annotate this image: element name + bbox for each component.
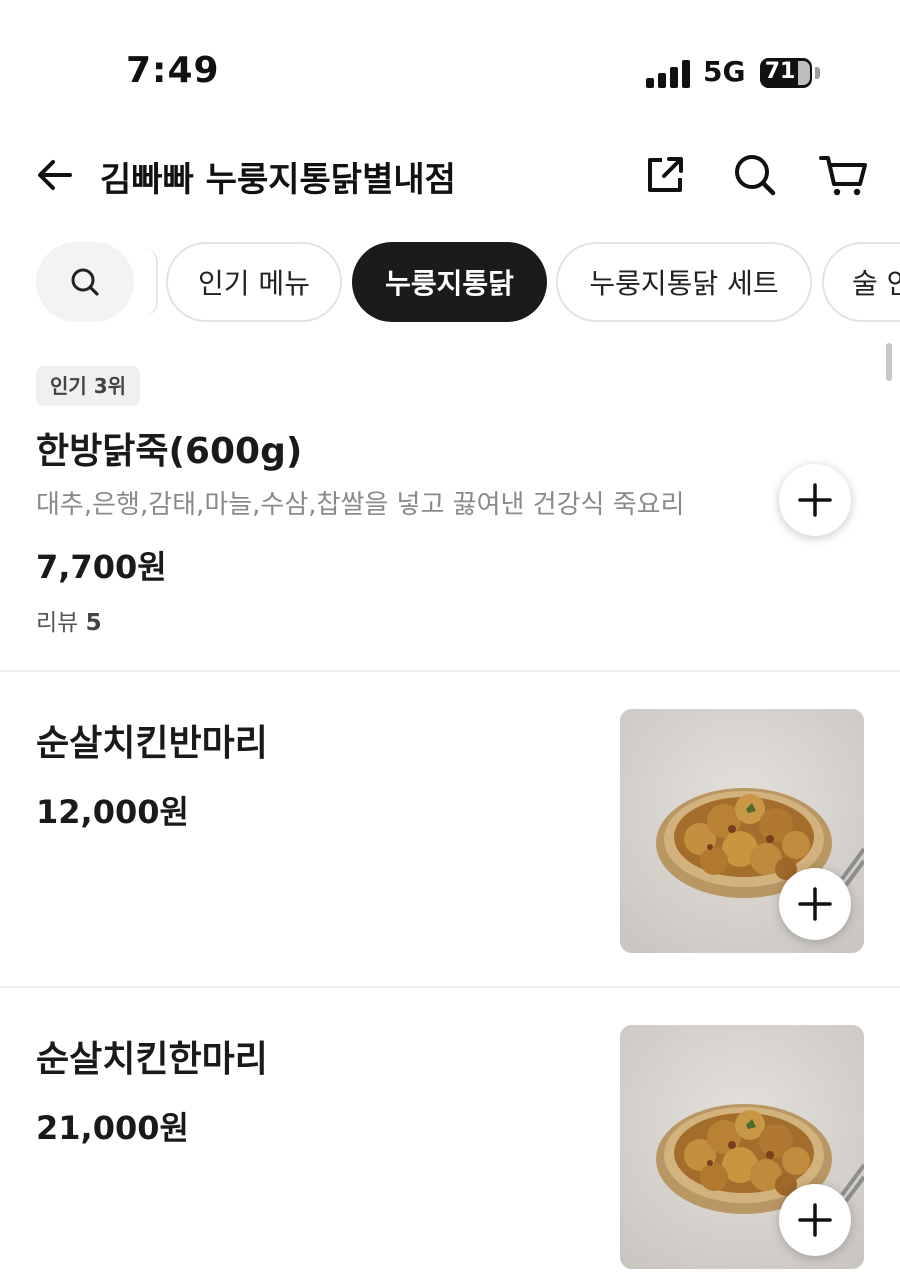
popularity-badge: 인기 3위 [36, 366, 141, 406]
status-time: 7:49 [126, 50, 220, 91]
review-label: 리뷰 [36, 610, 79, 636]
item-name: 순살치킨한마리 [36, 1039, 268, 1080]
review-count: 5 [85, 610, 102, 636]
network-type: 5G [703, 55, 746, 88]
status-bar: 7:49 5G 71 [0, 0, 900, 130]
battery-icon: 71 [760, 58, 812, 88]
category-tabs: 인기 메뉴 누룽지통닭 누룽지통닭 세트 술 안 [0, 240, 900, 324]
menu-search-button[interactable] [36, 242, 134, 322]
battery-nub [815, 67, 820, 79]
menu-item[interactable]: 순살치킨한마리 21,000원 [0, 988, 900, 1278]
chip-divider [144, 248, 158, 316]
plus-icon [798, 887, 832, 921]
item-name: 한방닭죽(600g) [36, 431, 303, 472]
add-to-cart-button[interactable] [779, 464, 851, 536]
back-button[interactable] [30, 150, 80, 200]
item-review-count: 리뷰 5 [36, 603, 102, 637]
menu-item[interactable]: 인기 3위 한방닭죽(600g) 대추,은행,감태,마늘,수삼,찹쌀을 넣고 끓… [0, 366, 900, 666]
tab-nurungji-chicken[interactable]: 누룽지통닭 [352, 242, 547, 322]
share-icon [648, 157, 683, 192]
store-header: 김빠빠 누룽지통닭별내점 [0, 130, 900, 220]
add-to-cart-button[interactable] [779, 868, 851, 940]
search-icon [735, 155, 776, 196]
plus-icon [798, 1203, 832, 1237]
battery-level: 71 [764, 59, 796, 84]
tab-drinks[interactable]: 술 안 [822, 242, 900, 322]
cellular-signal-icon [646, 60, 690, 88]
search-icon [71, 268, 99, 296]
share-button[interactable] [640, 150, 690, 200]
menu-item[interactable]: 순살치킨반마리 12,000원 [0, 672, 900, 984]
item-description: 대추,은행,감태,마늘,수삼,찹쌀을 넣고 끓여낸 건강식 죽요리 [36, 490, 685, 520]
tab-popular-menu[interactable]: 인기 메뉴 [166, 242, 342, 322]
add-to-cart-button[interactable] [779, 1184, 851, 1256]
arrow-left-icon [38, 160, 72, 190]
item-price: 21,000원 [36, 1109, 189, 1147]
item-price: 12,000원 [36, 793, 189, 831]
item-price: 7,700원 [36, 548, 167, 586]
tab-nurungji-chicken-set[interactable]: 누룽지통닭 세트 [556, 242, 812, 322]
item-name: 순살치킨반마리 [36, 723, 268, 764]
cart-button[interactable] [818, 150, 868, 200]
search-button[interactable] [730, 150, 780, 200]
cart-icon [819, 156, 867, 196]
plus-icon [798, 483, 832, 517]
store-title: 김빠빠 누룽지통닭별내점 [100, 160, 456, 200]
